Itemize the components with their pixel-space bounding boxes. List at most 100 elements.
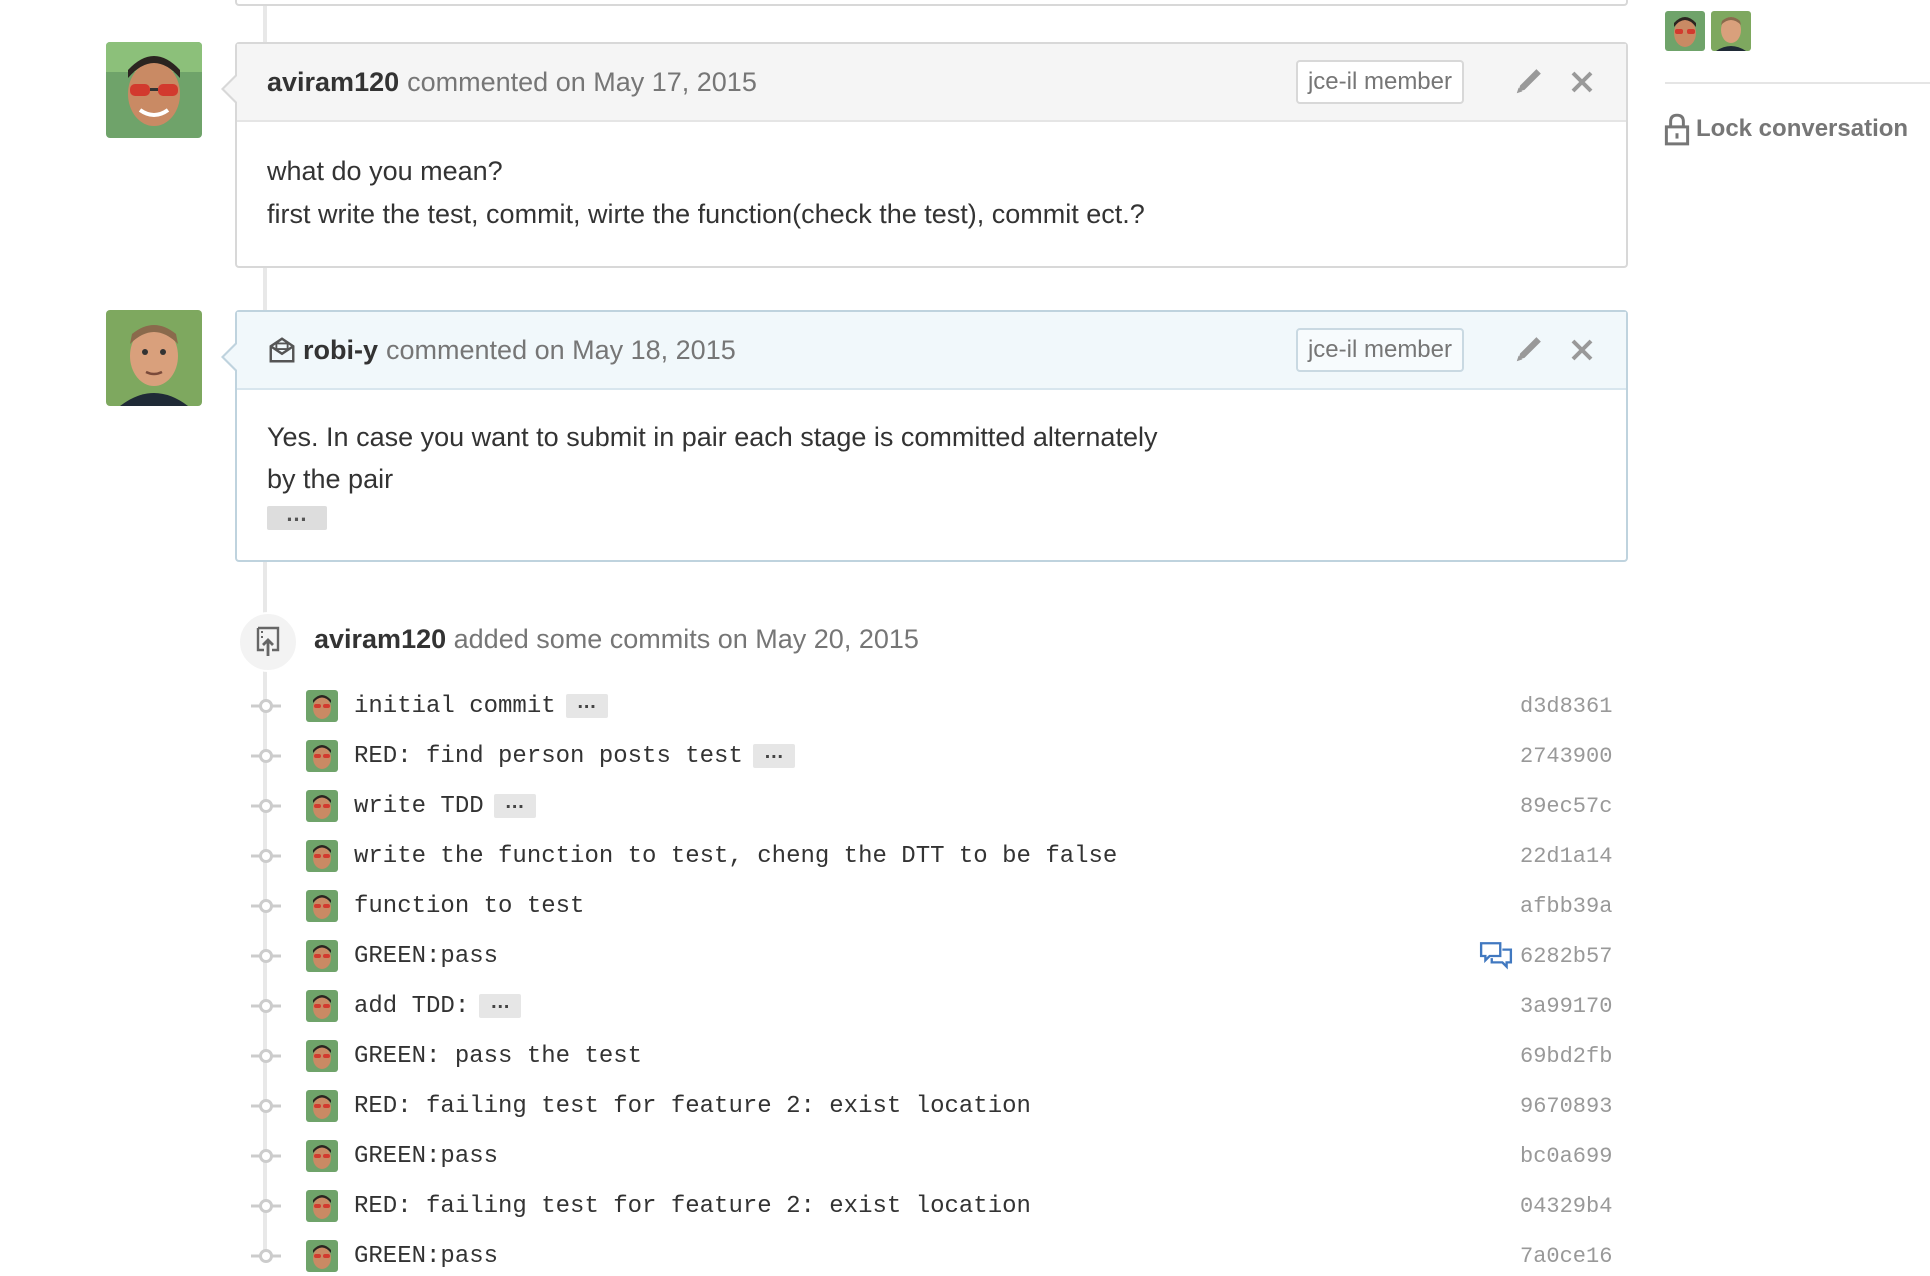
commit-meta: 04329b4 bbox=[1520, 1194, 1612, 1219]
commit-sha-link[interactable]: 9670893 bbox=[1520, 1094, 1612, 1119]
git-commit-icon bbox=[250, 990, 282, 1022]
comment-aviram120: aviram120 commented on May 17, 2015 jce-… bbox=[221, 42, 1628, 268]
commit-sha-link[interactable]: 22d1a14 bbox=[1520, 844, 1612, 869]
commit-sha-link[interactable]: 89ec57c bbox=[1520, 794, 1612, 819]
git-commit-icon bbox=[250, 890, 282, 922]
commit-message[interactable]: write TDD bbox=[354, 793, 484, 820]
repo-push-icon bbox=[238, 612, 298, 672]
commit-row: RED: failing test for feature 2: exist l… bbox=[250, 1086, 1612, 1126]
commit-author-avatar[interactable] bbox=[306, 890, 338, 922]
commits-event-text: aviram120 added some commits on May 20, … bbox=[314, 624, 919, 655]
pencil-icon[interactable] bbox=[1512, 66, 1544, 98]
commit-meta: 22d1a14 bbox=[1520, 844, 1612, 869]
commit-author-avatar[interactable] bbox=[306, 840, 338, 872]
commit-author-avatar[interactable] bbox=[306, 690, 338, 722]
comment-line: what do you mean? bbox=[267, 156, 503, 186]
commit-row: initial commit … d3d8361 bbox=[250, 686, 1612, 726]
commit-sha-link[interactable]: 7a0ce16 bbox=[1520, 1244, 1612, 1269]
participant-avatar-aviram120[interactable] bbox=[1665, 11, 1705, 51]
commit-expand-button[interactable]: … bbox=[752, 742, 795, 768]
git-commit-icon bbox=[250, 840, 282, 872]
commit-meta: 7a0ce16 bbox=[1520, 1244, 1612, 1269]
git-commit-icon bbox=[250, 790, 282, 822]
lock-conversation-label: Lock conversation bbox=[1696, 115, 1909, 142]
comment-robi-y: robi-y commented on May 18, 2015 jce-il … bbox=[221, 310, 1628, 562]
mail-icon bbox=[267, 335, 297, 365]
commit-message[interactable]: RED: failing test for feature 2: exist l… bbox=[354, 1093, 1031, 1120]
commit-row: GREEN:pass bc0a699 bbox=[250, 1136, 1612, 1176]
commit-expand-button[interactable]: … bbox=[479, 992, 522, 1018]
commit-message[interactable]: GREEN: pass the test bbox=[354, 1043, 642, 1070]
member-badge: jce-il member bbox=[1295, 60, 1464, 104]
event-author[interactable]: aviram120 bbox=[314, 624, 446, 654]
commit-meta: afbb39a bbox=[1520, 894, 1612, 919]
commit-meta: 9670893 bbox=[1520, 1094, 1612, 1119]
event-description: added some commits on May 20, 2015 bbox=[453, 624, 919, 654]
git-commit-icon bbox=[250, 940, 282, 972]
git-commit-icon bbox=[250, 740, 282, 772]
commit-message[interactable]: RED: find person posts test bbox=[354, 743, 743, 770]
commit-author-avatar[interactable] bbox=[306, 1090, 338, 1122]
git-commit-icon bbox=[250, 1090, 282, 1122]
comment-line: by the pair bbox=[267, 464, 394, 494]
close-icon[interactable] bbox=[1566, 66, 1598, 98]
commit-row: GREEN:pass 7a0ce16 bbox=[250, 1236, 1612, 1276]
comment-header: aviram120 commented on May 17, 2015 jce-… bbox=[237, 44, 1626, 122]
commit-sha-link[interactable]: afbb39a bbox=[1520, 894, 1612, 919]
commit-sha-link[interactable]: 2743900 bbox=[1520, 744, 1612, 769]
commit-author-avatar[interactable] bbox=[306, 1240, 338, 1272]
comment-timestamp[interactable]: commented on May 17, 2015 bbox=[407, 67, 757, 98]
commit-sha-link[interactable]: d3d8361 bbox=[1520, 694, 1612, 719]
commit-message[interactable]: write the function to test, cheng the DT… bbox=[354, 843, 1117, 870]
git-commit-icon bbox=[250, 690, 282, 722]
pencil-icon[interactable] bbox=[1512, 334, 1544, 366]
participant-avatar-robi-y[interactable] bbox=[1711, 11, 1751, 51]
commit-message[interactable]: initial commit bbox=[354, 693, 556, 720]
commit-meta: 69bd2fb bbox=[1520, 1044, 1612, 1069]
commit-sha-link[interactable]: 3a99170 bbox=[1520, 994, 1612, 1019]
commit-message[interactable]: GREEN:pass bbox=[354, 1143, 498, 1170]
avatar-robi-y[interactable] bbox=[106, 310, 202, 406]
commit-author-avatar[interactable] bbox=[306, 1140, 338, 1172]
commit-author-avatar[interactable] bbox=[306, 740, 338, 772]
commit-sha-link[interactable]: 69bd2fb bbox=[1520, 1044, 1612, 1069]
commit-meta: bc0a699 bbox=[1520, 1144, 1612, 1169]
commit-author-avatar[interactable] bbox=[306, 1190, 338, 1222]
commit-author-avatar[interactable] bbox=[306, 990, 338, 1022]
expand-ellipsis-button[interactable]: … bbox=[267, 502, 327, 530]
commit-row: function to test afbb39a bbox=[250, 886, 1612, 926]
avatar-aviram120[interactable] bbox=[106, 42, 202, 138]
close-icon[interactable] bbox=[1566, 334, 1598, 366]
commit-author-avatar[interactable] bbox=[306, 790, 338, 822]
comment-discussion-icon[interactable] bbox=[1478, 940, 1514, 972]
commit-author-avatar[interactable] bbox=[306, 940, 338, 972]
commit-expand-button[interactable]: … bbox=[493, 792, 536, 818]
commit-meta: 2743900 bbox=[1520, 744, 1612, 769]
lock-conversation-button[interactable]: Lock conversation bbox=[1664, 112, 1908, 146]
sidebar-divider bbox=[1665, 82, 1930, 84]
commit-author-avatar[interactable] bbox=[306, 1040, 338, 1072]
comment-author[interactable]: robi-y bbox=[303, 335, 378, 366]
commit-row: write TDD … 89ec57c bbox=[250, 786, 1612, 826]
comment-body: Yes. In case you want to submit in pair … bbox=[237, 390, 1626, 560]
commit-row: RED: failing test for feature 2: exist l… bbox=[250, 1186, 1612, 1226]
commit-message[interactable]: GREEN:pass bbox=[354, 1243, 498, 1270]
previous-comment-box bbox=[235, 0, 1628, 6]
comment-line: first write the test, commit, wirte the … bbox=[267, 199, 1145, 229]
comment-header: robi-y commented on May 18, 2015 jce-il … bbox=[237, 312, 1626, 390]
commit-sha-link[interactable]: 04329b4 bbox=[1520, 1194, 1612, 1219]
commit-sha-link[interactable]: 6282b57 bbox=[1520, 944, 1612, 969]
git-commit-icon bbox=[250, 1190, 282, 1222]
comment-timestamp[interactable]: commented on May 18, 2015 bbox=[386, 335, 736, 366]
commit-message[interactable]: add TDD: bbox=[354, 993, 469, 1020]
commit-expand-button[interactable]: … bbox=[565, 692, 608, 718]
commit-sha-link[interactable]: bc0a699 bbox=[1520, 1144, 1612, 1169]
commit-row: add TDD: … 3a99170 bbox=[250, 986, 1612, 1026]
commit-message[interactable]: GREEN:pass bbox=[354, 943, 498, 970]
commit-message[interactable]: function to test bbox=[354, 893, 584, 920]
comment-author[interactable]: aviram120 bbox=[267, 67, 399, 98]
git-commit-icon bbox=[250, 1040, 282, 1072]
comment-line: Yes. In case you want to submit in pair … bbox=[267, 422, 1158, 452]
lock-icon bbox=[1664, 112, 1690, 146]
commit-message[interactable]: RED: failing test for feature 2: exist l… bbox=[354, 1193, 1031, 1220]
